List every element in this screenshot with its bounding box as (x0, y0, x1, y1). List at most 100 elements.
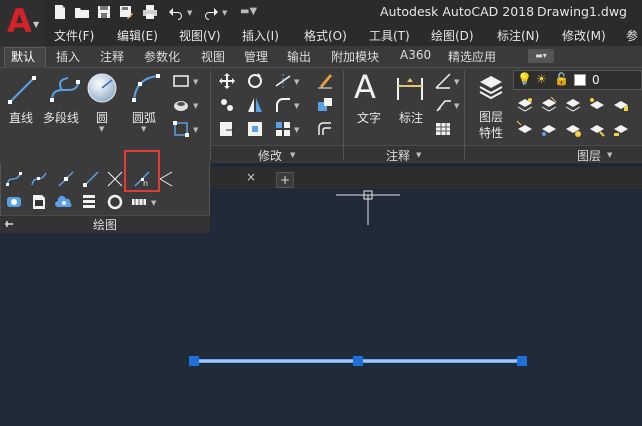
trim-icon[interactable] (274, 72, 292, 90)
region-icon[interactable] (5, 193, 23, 211)
tab-view[interactable]: 视图 (201, 48, 225, 65)
layers-panel-title[interactable]: 图层 (577, 147, 601, 164)
text-tool-label[interactable]: 文字 (357, 109, 381, 126)
linear-dimension-dropdown-icon[interactable]: ▼ (454, 78, 459, 86)
line-tool-icon[interactable] (6, 74, 38, 106)
mirror-icon[interactable] (246, 96, 264, 114)
sun-icon[interactable]: ☀ (536, 72, 547, 86)
dimension-tool-label[interactable]: 标注 (399, 109, 423, 126)
circle-dropdown-icon[interactable]: ▼ (99, 125, 104, 133)
layer-color-swatch[interactable] (574, 74, 586, 86)
layers-panel-footer[interactable] (465, 145, 642, 162)
draw-panel-title[interactable]: 绘图 (93, 216, 117, 233)
rectangle-tool-icon[interactable] (172, 72, 190, 90)
annotation-panel-title[interactable]: 注释 (386, 147, 410, 164)
application-menu-button[interactable]: A ▼ (0, 0, 44, 46)
new-tab-button[interactable]: + (276, 172, 294, 188)
layer-tool-9-icon[interactable] (588, 120, 606, 138)
tab-featured-apps[interactable]: 精选应用 (448, 48, 496, 65)
menu-format[interactable]: 格式(O) (304, 27, 347, 44)
layer-tool-6-icon[interactable] (516, 120, 534, 138)
array-icon[interactable] (274, 120, 292, 138)
tab-insert[interactable]: 插入 (56, 48, 80, 65)
line-tool-label[interactable]: 直线 (9, 109, 33, 126)
new-file-icon[interactable] (52, 4, 68, 20)
save-icon[interactable] (96, 4, 112, 20)
menu-modify[interactable]: 修改(M) (562, 27, 606, 44)
dimension-tool-icon[interactable] (394, 74, 426, 104)
arc-tool-label[interactable]: 圆弧 (132, 109, 156, 126)
redo-dropdown-icon[interactable]: ▼ (222, 9, 227, 17)
tab-output[interactable]: 输出 (287, 48, 311, 65)
menu-more[interactable]: 参 (626, 27, 638, 44)
explode-icon[interactable] (316, 96, 334, 114)
layer-tool-2-icon[interactable] (540, 96, 558, 114)
undo-icon[interactable] (168, 4, 184, 20)
fillet-dropdown-icon[interactable]: ▼ (294, 102, 299, 110)
leader-icon[interactable] (434, 96, 452, 114)
array-dropdown-icon[interactable]: ▼ (294, 126, 299, 134)
boundary-tool-icon[interactable] (172, 120, 190, 138)
rotate-icon[interactable] (246, 72, 264, 90)
stretch-icon[interactable] (218, 120, 236, 138)
layer-tool-7-icon[interactable] (540, 120, 558, 138)
layer-properties-label[interactable]: 图层 特性 (479, 109, 503, 141)
layer-tool-5-icon[interactable] (612, 96, 630, 114)
hatch-tool-icon[interactable] (172, 96, 190, 114)
trim-dropdown-icon[interactable]: ▼ (294, 78, 299, 86)
menu-edit[interactable]: 编辑(E) (117, 27, 158, 44)
circle-tool-icon[interactable] (86, 72, 118, 104)
move-icon[interactable] (218, 72, 236, 90)
layer-tool-4-icon[interactable] (588, 96, 606, 114)
layer-tool-1-icon[interactable] (516, 96, 534, 114)
open-folder-icon[interactable] (74, 4, 90, 20)
tab-a360[interactable]: A360 (400, 48, 431, 62)
modify-panel-expand-icon[interactable]: ▼ (290, 151, 295, 159)
wipeout-icon[interactable] (30, 193, 48, 211)
menu-draw[interactable]: 绘图(D) (431, 27, 474, 44)
undo-dropdown-icon[interactable]: ▼ (187, 9, 192, 17)
3d-polyline-icon[interactable] (130, 193, 148, 211)
menu-insert[interactable]: 插入(I) (242, 27, 279, 44)
unlock-icon[interactable]: 🔓 (554, 72, 569, 86)
copy-icon[interactable] (218, 96, 236, 114)
revision-cloud-icon[interactable] (55, 193, 73, 211)
fillet-icon[interactable] (274, 96, 292, 114)
layers-panel-expand-icon[interactable]: ▼ (607, 151, 612, 159)
multiple-points-icon[interactable] (106, 170, 124, 188)
layer-tool-3-icon[interactable] (564, 96, 582, 114)
save-as-icon[interactable] (118, 4, 134, 20)
pin-icon[interactable] (4, 219, 14, 229)
spline-cv-icon[interactable] (30, 170, 48, 188)
3d-polyline-dropdown-icon[interactable]: ▼ (151, 199, 156, 207)
customize-toolbar-icon[interactable]: ▬▼ (240, 6, 257, 17)
polyline-tool-label[interactable]: 多段线 (43, 109, 79, 126)
modify-panel-title[interactable]: 修改 (258, 147, 282, 164)
construction-line-icon[interactable] (57, 170, 75, 188)
tab-addins[interactable]: 附加模块 (331, 48, 379, 65)
redo-icon[interactable] (203, 4, 219, 20)
menu-dimension[interactable]: 标注(N) (497, 27, 539, 44)
menu-view[interactable]: 视图(V) (179, 27, 221, 44)
layer-properties-icon[interactable] (476, 72, 506, 102)
donut-stack-icon[interactable] (80, 193, 98, 211)
layer-tool-10-icon[interactable] (612, 120, 630, 138)
menu-tools[interactable]: 工具(T) (369, 27, 410, 44)
erase-icon[interactable] (316, 72, 334, 90)
measure-icon[interactable] (158, 170, 176, 188)
tab-manage[interactable]: 管理 (244, 48, 268, 65)
hatch-dropdown-icon[interactable]: ▼ (193, 102, 198, 110)
offset-icon[interactable] (316, 120, 334, 138)
layer-tool-8-icon[interactable] (564, 120, 582, 138)
ribbon-options-icon[interactable]: ▬▾ (528, 49, 554, 63)
tab-annotate[interactable]: 注释 (100, 48, 124, 65)
circle-tool-label[interactable]: 圆 (96, 109, 108, 126)
linear-dimension-icon[interactable] (434, 72, 452, 90)
polyline-tool-icon[interactable] (48, 74, 82, 106)
tab-parametric[interactable]: 参数化 (144, 48, 180, 65)
text-tool-icon[interactable]: A (354, 68, 376, 106)
arc-tool-icon[interactable] (130, 72, 162, 104)
donut-icon[interactable] (106, 193, 124, 211)
scale-icon[interactable] (246, 120, 264, 138)
close-tab-icon[interactable]: × (246, 170, 256, 184)
